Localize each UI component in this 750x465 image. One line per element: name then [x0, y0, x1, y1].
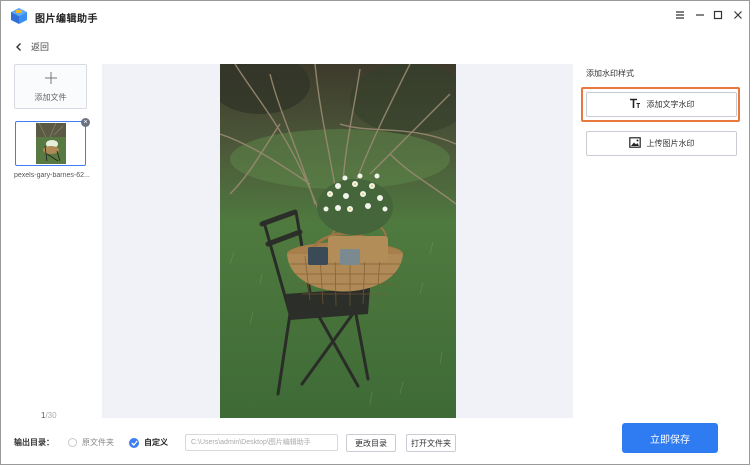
minimize-icon[interactable] [693, 8, 707, 22]
preview-area [102, 64, 573, 418]
output-dir-label: 输出目录： [14, 438, 54, 447]
output-path-field[interactable]: C:\Users\admin\Desktop\图片编辑助手 [185, 434, 338, 451]
chevron-left-icon [14, 42, 24, 52]
remove-file-icon[interactable]: × [81, 118, 90, 127]
app-title: 图片编辑助手 [35, 14, 98, 25]
back-label: 返回 [31, 42, 50, 52]
app-logo-icon [10, 7, 28, 25]
menu-icon[interactable] [673, 8, 687, 22]
title-bar: 图片编辑助手 [1, 1, 749, 31]
radio-original-folder[interactable]: 原文件夹 [68, 437, 114, 448]
preview-image [220, 64, 456, 418]
watermark-section-title: 添加水印样式 [586, 69, 634, 78]
page-total: /30 [45, 411, 57, 420]
add-text-watermark-label: 添加文字水印 [646, 100, 695, 109]
page-indicator: 1/30 [41, 411, 57, 420]
upload-image-watermark-button[interactable]: 上传图片水印 [586, 131, 737, 156]
change-directory-button[interactable]: 更改目录 [346, 434, 396, 452]
radio-custom-folder[interactable]: 自定义 [129, 437, 168, 448]
back-button[interactable]: 返回 [14, 40, 49, 53]
radio-checked-icon [129, 437, 139, 448]
thumbnail-image [35, 123, 66, 164]
save-now-button[interactable]: 立即保存 [622, 423, 718, 453]
file-name: pexels-gary-barnes-62... [14, 172, 90, 179]
radio-custom-label: 自定义 [144, 438, 168, 447]
radio-unchecked-icon [68, 438, 77, 447]
close-icon[interactable] [731, 8, 745, 22]
plus-icon [44, 71, 58, 87]
radio-original-label: 原文件夹 [82, 438, 114, 447]
image-icon [628, 137, 641, 150]
upload-image-watermark-label: 上传图片水印 [646, 139, 695, 148]
maximize-icon[interactable] [711, 8, 725, 22]
add-file-button[interactable]: 添加文件 [14, 64, 87, 109]
file-thumbnail[interactable] [15, 121, 86, 166]
text-icon [629, 98, 641, 111]
app-window: 图片编辑助手 返回 添加文件 × pexels-gary-barnes-62..… [0, 0, 750, 465]
open-folder-button[interactable]: 打开文件夹 [406, 434, 456, 452]
add-text-watermark-button[interactable]: 添加文字水印 [586, 92, 737, 117]
add-file-label: 添加文件 [34, 92, 67, 102]
